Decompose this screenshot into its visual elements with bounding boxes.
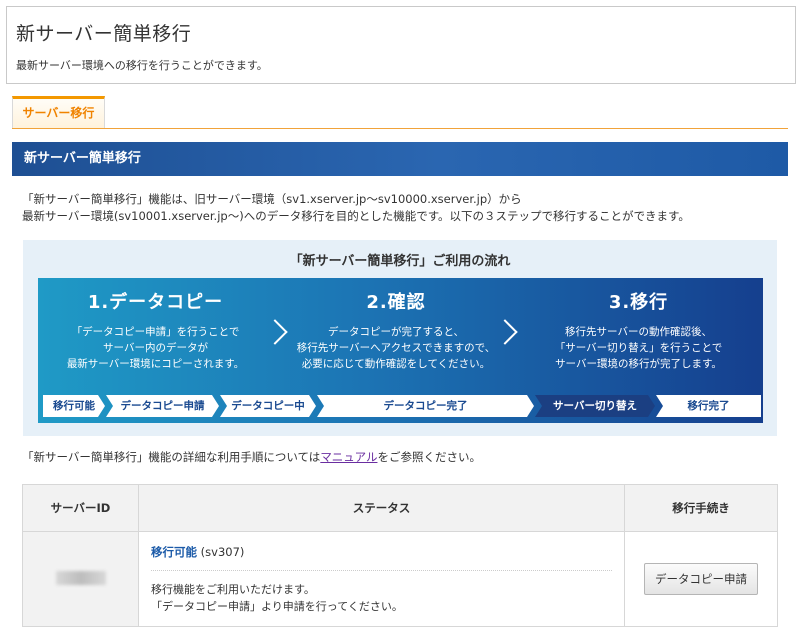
step-3-title: 3.移行 <box>608 292 669 313</box>
chevron-right-icon <box>262 319 288 345</box>
page-header: 新サーバー簡単移行 最新サーバー環境への移行を行うことができます。 <box>6 6 796 84</box>
col-action: 移行手続き <box>624 484 778 532</box>
stage-copy-complete: データコピー完了 <box>317 395 534 417</box>
flow-panel: 「新サーバー簡単移行」ご利用の流れ 1.データコピー 「データコピー申請」を行う… <box>23 240 777 436</box>
col-server-id: サーバーID <box>22 484 139 532</box>
step-3-desc-line: 移行先サーバーの動作確認後、 <box>565 326 712 338</box>
step-2-title: 2.確認 <box>366 292 426 313</box>
status-badge: 移行可能 <box>151 545 197 559</box>
page-title: 新サーバー簡単移行 <box>16 23 192 45</box>
step-1-title: 1.データコピー <box>87 292 224 313</box>
table-header-row: サーバーID ステータス 移行手続き <box>22 484 778 532</box>
manual-link[interactable]: マニュアル <box>320 450 377 464</box>
section-title: 新サーバー簡単移行 <box>12 142 788 176</box>
step-3-desc-line: サーバー環境の移行が完了します。 <box>555 358 722 370</box>
status-message: 移行機能をご利用いただけます。 「データコピー申請」より申請を行ってください。 <box>151 571 612 615</box>
status-message-line: 「データコピー申請」より申請を行ってください。 <box>151 600 403 613</box>
flow-banner: 1.データコピー 「データコピー申請」を行うことで サーバー内のデータが 最新サ… <box>38 278 763 423</box>
stage-server-switch: サーバー切り替え <box>535 395 655 417</box>
manual-prefix: 「新サーバー簡単移行」機能の詳細な利用手順については <box>22 450 321 464</box>
step-1-desc-line: 最新サーバー環境にコピーされます。 <box>66 358 245 370</box>
status-message-line: 移行機能をご利用いただけます。 <box>151 583 315 596</box>
tab-underline <box>12 128 788 129</box>
step-2-desc: データコピーが完了すると、 移行先サーバーへアクセスできますので、 必要に応じて… <box>286 324 506 372</box>
col-status: ステータス <box>138 484 625 532</box>
step-3: 3.移行 移行先サーバーの動作確認後、 「サーバー切り替え」を行うことで サーバ… <box>526 288 751 372</box>
intro-line-2: 最新サーバー環境(sv10001.xserver.jp〜)へのデータ移行を目的と… <box>22 209 690 223</box>
action-cell: データコピー申請 <box>624 531 778 627</box>
intro-text: 「新サーバー簡単移行」機能は、旧サーバー環境（sv1.xserver.jp〜sv… <box>22 191 690 225</box>
step-1-desc-line: 「データコピー申請」を行うことで <box>71 326 240 338</box>
manual-suffix: をご参照ください。 <box>377 450 481 464</box>
stage-copy-request: データコピー申請 <box>106 395 219 417</box>
step-2-desc-line: データコピーが完了すると、 <box>327 326 465 338</box>
server-name: (sv307) <box>200 545 245 559</box>
step-3-desc-line: 「サーバー切り替え」を行うことで <box>554 342 723 354</box>
manual-note: 「新サーバー簡単移行」機能の詳細な利用手順についてはマニュアルをご参照ください。 <box>22 449 481 465</box>
intro-line-1: 「新サーバー簡単移行」機能は、旧サーバー環境（sv1.xserver.jp〜sv… <box>22 192 522 206</box>
step-1-desc: 「データコピー申請」を行うことで サーバー内のデータが 最新サーバー環境にコピー… <box>48 324 263 372</box>
page-subtitle: 最新サーバー環境への移行を行うことができます。 <box>16 59 268 72</box>
step-2: 2.確認 データコピーが完了すると、 移行先サーバーへアクセスできますので、 必… <box>286 288 506 372</box>
step-2-desc-line: 移行先サーバーへアクセスできますので、 <box>296 342 496 354</box>
redacted-server-id <box>55 570 106 585</box>
step-3-desc: 移行先サーバーの動作確認後、 「サーバー切り替え」を行うことで サーバー環境の移… <box>526 324 751 372</box>
tab-server-migration[interactable]: サーバー移行 <box>12 96 105 129</box>
flow-title: 「新サーバー簡単移行」ご利用の流れ <box>289 254 511 269</box>
stage-migratable: 移行可能 <box>43 395 105 417</box>
status-cell: 移行可能 (sv307) 移行機能をご利用いただけます。 「データコピー申請」よ… <box>138 531 625 627</box>
table-row: 移行可能 (sv307) 移行機能をご利用いただけます。 「データコピー申請」よ… <box>22 531 778 627</box>
stage-migration-complete: 移行完了 <box>656 395 761 417</box>
server-table: サーバーID ステータス 移行手続き 移行可能 (sv307) 移行機能をご利用… <box>22 484 778 627</box>
server-id-cell <box>22 531 139 627</box>
step-1: 1.データコピー 「データコピー申請」を行うことで サーバー内のデータが 最新サ… <box>48 288 263 372</box>
data-copy-request-button[interactable]: データコピー申請 <box>644 563 758 595</box>
step-2-desc-line: 必要に応じて動作確認をしてください。 <box>301 358 491 370</box>
status-stages: 移行可能 データコピー申請 データコピー中 データコピー完了 サーバー切り替え … <box>43 395 761 417</box>
step-1-desc-line: サーバー内のデータが <box>103 342 208 354</box>
status-line: 移行可能 (sv307) <box>151 544 612 571</box>
stage-copying: データコピー中 <box>220 395 316 417</box>
